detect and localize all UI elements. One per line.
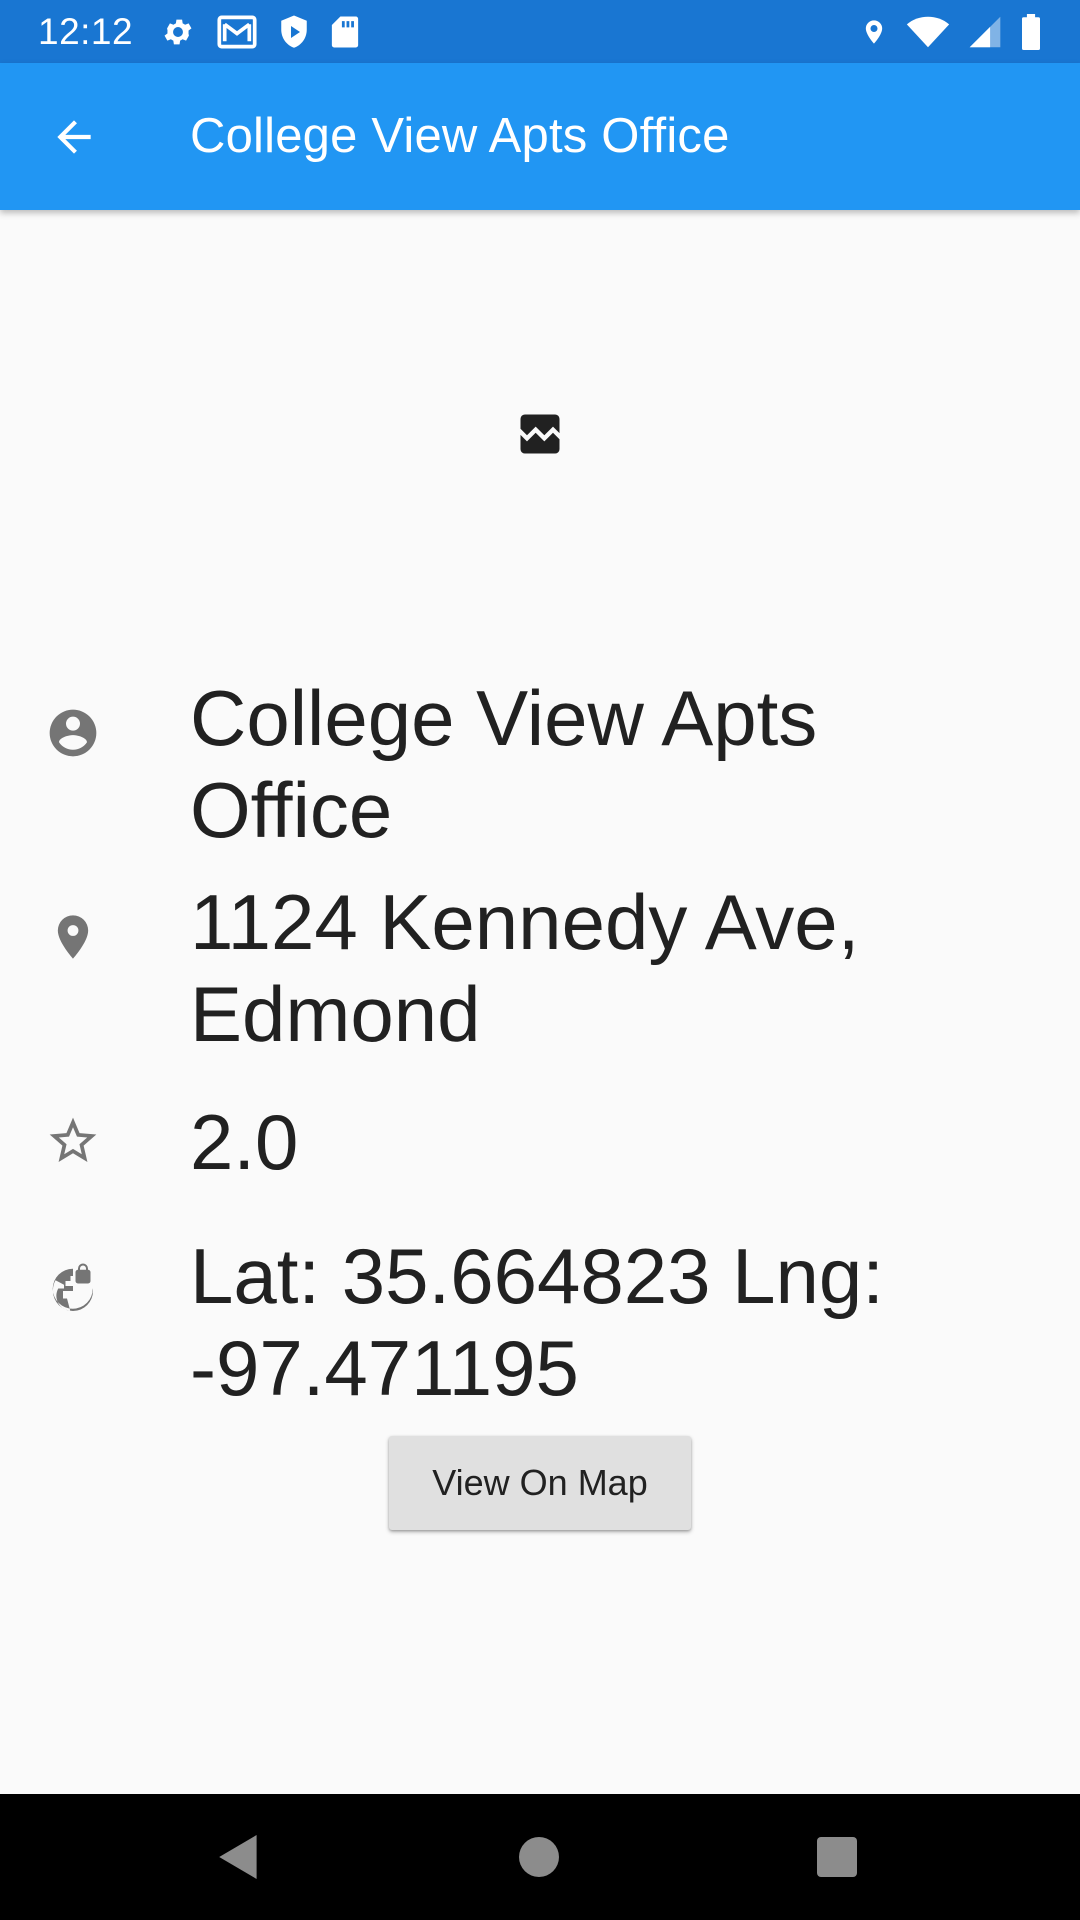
gmail-icon [217, 15, 257, 49]
shield-icon [279, 14, 309, 50]
status-left-icons [161, 14, 359, 50]
system-nav-bar [0, 1794, 1080, 1920]
wifi-icon [906, 15, 950, 49]
gear-icon [161, 15, 195, 49]
back-button[interactable] [40, 103, 108, 171]
battery-icon [1020, 13, 1042, 50]
globe-lock-icon [42, 1260, 104, 1322]
view-on-map-button[interactable]: View On Map [389, 1436, 691, 1530]
signal-icon [968, 15, 1002, 49]
place-coordinates: Lat: 35.664823 Lng: -97.471195 [190, 1232, 884, 1412]
place-address: 1124 Kennedy Ave, Edmond [190, 878, 860, 1058]
nav-recents-icon[interactable] [804, 1824, 870, 1890]
nav-home-icon[interactable] [506, 1824, 572, 1890]
star-outline-icon [42, 1110, 104, 1172]
status-time: 12:12 [38, 10, 134, 52]
status-right-icons [860, 13, 1042, 50]
account-circle-icon [42, 702, 104, 764]
page-title: College View Apts Office [190, 109, 730, 163]
place-name: College View Apts Office [190, 674, 818, 854]
sd-card-icon [331, 15, 359, 49]
place-pin-icon [42, 906, 104, 968]
app-bar: College View Apts Office [0, 63, 1080, 210]
location-pin-icon [860, 15, 888, 49]
place-rating: 2.0 [190, 1098, 299, 1186]
nav-back-icon[interactable] [206, 1824, 272, 1890]
arrow-back-icon [57, 120, 91, 154]
status-bar: 12:12 [0, 0, 1080, 63]
broken-image-icon [514, 408, 566, 460]
